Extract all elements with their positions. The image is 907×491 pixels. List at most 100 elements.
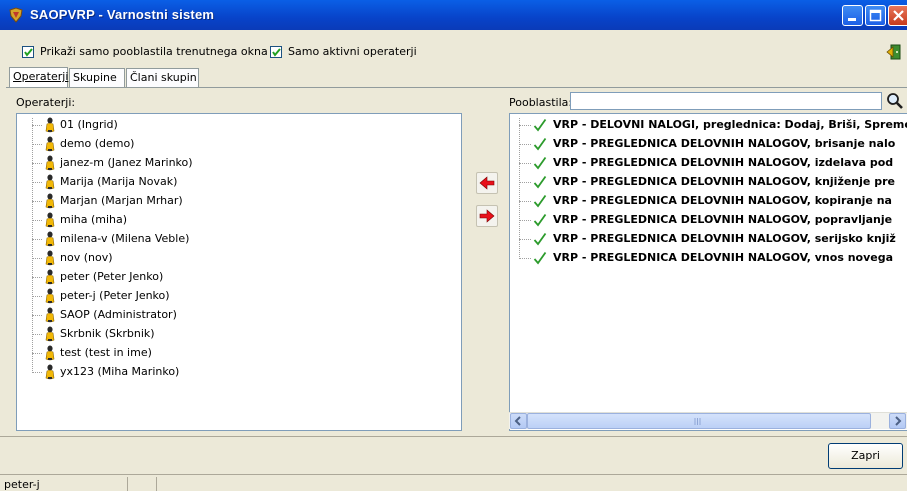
minimize-button[interactable] <box>842 5 863 26</box>
check-icon <box>533 175 547 189</box>
chevron-left-icon <box>514 416 521 426</box>
user-icon <box>45 269 55 285</box>
arrow-right-icon <box>479 209 495 223</box>
check-icon <box>533 194 547 208</box>
operator-item[interactable]: Marjan (Marjan Mrhar) <box>17 192 457 210</box>
only-active-operators-label[interactable]: Samo aktivni operaterji <box>288 45 417 58</box>
app-icon <box>9 7 23 23</box>
operator-item[interactable]: Marija (Marija Novak) <box>17 173 457 191</box>
checkmark-icon <box>272 48 281 57</box>
permission-item[interactable]: VRP - PREGLEDNICA DELOVNIH NALOGOV, kopi… <box>510 192 907 210</box>
operator-name: miha (miha) <box>60 213 128 226</box>
close-window-button[interactable] <box>888 5 907 26</box>
permission-name: VRP - PREGLEDNICA DELOVNIH NALOGOV, vnos… <box>553 251 894 264</box>
permission-item[interactable]: VRP - PREGLEDNICA DELOVNIH NALOGOV, bris… <box>510 135 907 153</box>
user-icon <box>45 231 55 247</box>
status-user: peter-j <box>4 478 40 491</box>
permissions-horizontal-scrollbar[interactable] <box>509 412 907 429</box>
tab-skupine[interactable]: Skupine <box>69 68 125 87</box>
checkmark-icon <box>24 48 33 57</box>
close-button[interactable]: Zapri <box>828 443 903 469</box>
operator-name: peter-j (Peter Jenko) <box>60 289 170 302</box>
user-icon <box>45 288 55 304</box>
operator-item[interactable]: peter (Peter Jenko) <box>17 268 457 286</box>
operator-item[interactable]: peter-j (Peter Jenko) <box>17 287 457 305</box>
permissions-search-input[interactable] <box>570 92 882 110</box>
operator-item[interactable]: janez-m (Janez Marinko) <box>17 154 457 172</box>
button-bar <box>0 436 907 473</box>
operator-name: peter (Peter Jenko) <box>60 270 164 283</box>
user-icon <box>45 117 55 133</box>
maximize-button[interactable] <box>865 5 886 26</box>
permission-item[interactable]: VRP - PREGLEDNICA DELOVNIH NALOGOV, popr… <box>510 211 907 229</box>
operator-name: Skrbnik (Skrbnik) <box>60 327 155 340</box>
permission-name: VRP - PREGLEDNICA DELOVNIH NALOGOV, popr… <box>553 213 893 226</box>
add-permission-button[interactable] <box>476 205 498 227</box>
operator-item[interactable]: yx123 (Miha Marinko) <box>17 363 457 381</box>
title-bar[interactable]: SAOPVRP - Varnostni sistem <box>0 0 907 30</box>
operators-label: Operaterji: <box>16 96 76 109</box>
permission-name: VRP - PREGLEDNICA DELOVNIH NALOGOV, seri… <box>553 232 896 245</box>
exit-door-icon[interactable] <box>886 44 904 60</box>
tab-operaterji[interactable]: Operaterji <box>9 67 68 88</box>
permission-item[interactable]: VRP - PREGLEDNICA DELOVNIH NALOGOV, izde… <box>510 154 907 172</box>
operator-item[interactable]: nov (nov) <box>17 249 457 267</box>
permission-item[interactable]: VRP - DELOVNI NALOGI, preglednica: Dodaj… <box>510 116 907 134</box>
permissions-tree[interactable]: VRP - DELOVNI NALOGI, preglednica: Dodaj… <box>509 113 907 431</box>
user-icon <box>45 174 55 190</box>
user-icon <box>45 212 55 228</box>
permission-name: VRP - PREGLEDNICA DELOVNIH NALOGOV, izde… <box>553 156 894 169</box>
maximize-icon <box>869 9 882 22</box>
operator-item[interactable]: miha (miha) <box>17 211 457 229</box>
check-icon <box>533 137 547 151</box>
permission-name: VRP - PREGLEDNICA DELOVNIH NALOGOV, bris… <box>553 137 896 150</box>
operator-name: yx123 (Miha Marinko) <box>60 365 180 378</box>
only-window-permissions-label[interactable]: Prikaži samo pooblastila trenutnega okna <box>40 45 268 58</box>
check-icon <box>533 156 547 170</box>
tab-clani-skupin[interactable]: Člani skupin <box>126 68 199 87</box>
check-icon <box>533 118 547 132</box>
operator-item[interactable]: test (test in ime) <box>17 344 457 362</box>
minimize-icon <box>848 18 856 21</box>
operator-name: Marjan (Marjan Mrhar) <box>60 194 183 207</box>
permission-item[interactable]: VRP - PREGLEDNICA DELOVNIH NALOGOV, vnos… <box>510 249 907 267</box>
operator-name: test (test in ime) <box>60 346 152 359</box>
scroll-thumb[interactable] <box>527 413 871 429</box>
permission-name: VRP - PREGLEDNICA DELOVNIH NALOGOV, kopi… <box>553 194 892 207</box>
operator-name: 01 (Ingrid) <box>60 118 118 131</box>
permission-name: VRP - PREGLEDNICA DELOVNIH NALOGOV, knji… <box>553 175 895 188</box>
remove-permission-button[interactable] <box>476 172 498 194</box>
user-icon <box>45 307 55 323</box>
operator-item[interactable]: SAOP (Administrator) <box>17 306 457 324</box>
user-icon <box>45 250 55 266</box>
only-window-permissions-checkbox[interactable] <box>22 46 34 58</box>
check-icon <box>533 213 547 227</box>
user-icon <box>45 364 55 380</box>
operator-name: Marija (Marija Novak) <box>60 175 178 188</box>
operator-item[interactable]: milena-v (Milena Veble) <box>17 230 457 248</box>
scroll-left-button[interactable] <box>510 413 527 429</box>
status-panel <box>127 477 155 491</box>
operator-item[interactable]: Skrbnik (Skrbnik) <box>17 325 457 343</box>
operator-name: janez-m (Janez Marinko) <box>60 156 193 169</box>
operator-item[interactable]: 01 (Ingrid) <box>17 116 457 134</box>
operator-item[interactable]: demo (demo) <box>17 135 457 153</box>
search-icon[interactable] <box>886 92 904 110</box>
user-icon <box>45 193 55 209</box>
check-icon <box>533 232 547 246</box>
status-bar: peter-j <box>0 474 907 491</box>
user-icon <box>45 155 55 171</box>
only-active-operators-checkbox[interactable] <box>270 46 282 58</box>
permission-item[interactable]: VRP - PREGLEDNICA DELOVNIH NALOGOV, seri… <box>510 230 907 248</box>
scroll-right-button[interactable] <box>889 413 906 429</box>
grip-icon <box>694 418 701 425</box>
permission-name: VRP - DELOVNI NALOGI, preglednica: Dodaj… <box>553 118 907 131</box>
close-icon <box>893 10 904 21</box>
operators-tree[interactable]: 01 (Ingrid) demo (demo) janez-m (Janez Mar… <box>16 113 462 431</box>
check-icon <box>533 251 547 265</box>
window-title: SAOPVRP - Varnostni sistem <box>30 7 215 22</box>
arrow-left-icon <box>479 176 495 190</box>
permission-item[interactable]: VRP - PREGLEDNICA DELOVNIH NALOGOV, knji… <box>510 173 907 191</box>
permissions-label: Pooblastila: <box>509 96 573 109</box>
chevron-right-icon <box>895 416 902 426</box>
